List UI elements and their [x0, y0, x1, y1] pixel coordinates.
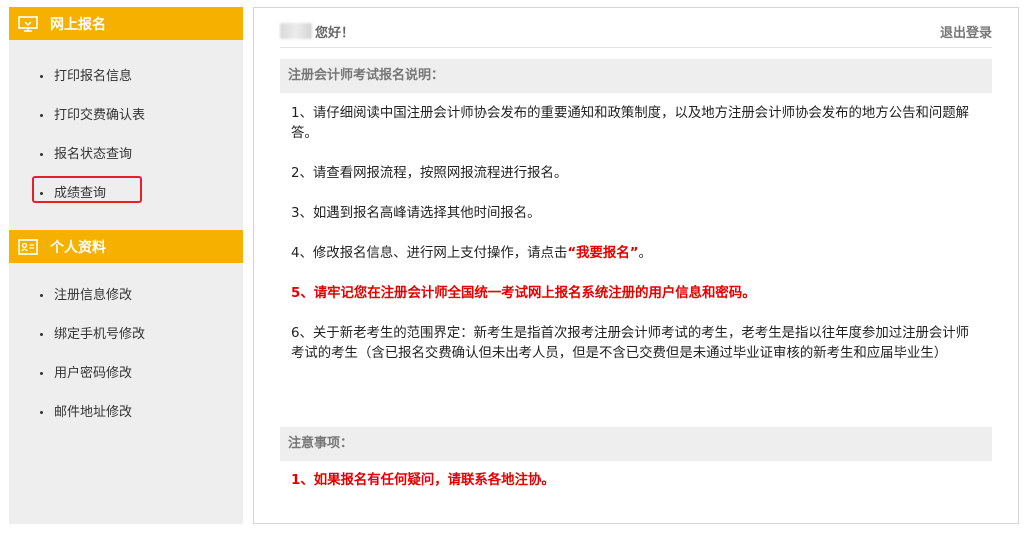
instruction-item: 2、请查看网报流程，按照网报流程进行报名。: [291, 166, 568, 181]
logout-link[interactable]: 退出登录: [940, 22, 992, 41]
menu-item-label: 注册信息修改: [54, 288, 133, 303]
menu-item-label: 报名状态查询: [54, 147, 133, 162]
greeting: 您好！: [280, 22, 354, 41]
section-title-online-registration: 网上报名: [50, 16, 106, 33]
menu-item-edit-registration-info[interactable]: 注册信息修改: [9, 276, 243, 315]
instruction-item: 4、修改报名信息、进行网上支付操作，请点击“我要报名”。: [291, 244, 974, 264]
bullet-icon: [40, 372, 43, 375]
note-item: 1、如果报名有任何疑问，请联系各地注协。: [291, 473, 555, 488]
bullet-icon: [40, 333, 43, 336]
menu-item-label: 邮件地址修改: [54, 405, 133, 420]
instruction-item-warning: 5、请牢记您在注册会计师全国统一考试网上报名系统注册的用户信息和密码。: [291, 286, 756, 301]
bullet-icon: [40, 153, 43, 156]
section-header-online-registration[interactable]: 网上报名: [9, 7, 243, 40]
bullet-icon: [40, 192, 43, 195]
menu-item-registration-status[interactable]: 报名状态查询: [9, 135, 243, 174]
section-title-personal-info: 个人资料: [50, 239, 106, 256]
greeting-text: 您好！: [315, 25, 355, 41]
online-registration-menu: 打印报名信息 打印交费确认表 报名状态查询 成绩查询: [9, 40, 243, 230]
menu-item-edit-email[interactable]: 邮件地址修改: [9, 393, 243, 432]
instruction-item: 6、关于新老考生的范围界定：新考生是指首次报考注册会计师考试的考生，老考生是指以…: [291, 326, 970, 361]
instruction-item: 1、请仔细阅读中国注册会计师协会发布的重要通知和政策制度，以及地方注册会计师协会…: [291, 106, 970, 141]
bullet-icon: [40, 294, 43, 297]
monitor-icon: [18, 15, 38, 32]
notes-list: 1、如果报名有任何疑问，请联系各地注协。: [291, 471, 974, 491]
menu-item-edit-phone[interactable]: 绑定手机号修改: [9, 315, 243, 354]
menu-item-print-payment-confirmation[interactable]: 打印交费确认表: [9, 96, 243, 135]
instructions-title: 注册会计师考试报名说明：: [280, 59, 992, 93]
instruction-text: 。: [638, 246, 652, 261]
instructions-list: 1、请仔细阅读中国注册会计师协会发布的重要通知和政策制度，以及地方注册会计师协会…: [291, 104, 974, 364]
menu-item-score-query[interactable]: 成绩查询: [9, 174, 243, 213]
highlight-box: [32, 176, 142, 203]
main-panel: 您好！ 退出登录 注册会计师考试报名说明： 1、请仔细阅读中国注册会计师协会发布…: [253, 7, 1019, 524]
instruction-text: 4、修改报名信息、进行网上支付操作，请点击: [291, 246, 568, 261]
bullet-icon: [40, 75, 43, 78]
bullet-icon: [40, 411, 43, 414]
sidebar: 网上报名 打印报名信息 打印交费确认表 报名状态查询 成绩查询 个人资料 注册信…: [9, 7, 243, 524]
instruction-item: 3、如遇到报名高峰请选择其他时间报名。: [291, 206, 541, 221]
bullet-icon: [40, 114, 43, 117]
section-header-personal-info[interactable]: 个人资料: [9, 230, 243, 263]
username-redacted: [280, 23, 312, 39]
menu-item-label: 绑定手机号修改: [54, 327, 146, 342]
menu-item-print-registration[interactable]: 打印报名信息: [9, 57, 243, 96]
personal-info-menu: 注册信息修改 绑定手机号修改 用户密码修改 邮件地址修改: [9, 263, 243, 432]
menu-item-label: 用户密码修改: [54, 366, 133, 381]
apply-link[interactable]: “我要报名”: [567, 246, 638, 261]
menu-item-label: 打印报名信息: [54, 69, 133, 84]
menu-item-edit-password[interactable]: 用户密码修改: [9, 354, 243, 393]
greeting-bar: 您好！ 退出登录: [280, 15, 992, 48]
menu-item-label: 打印交费确认表: [54, 108, 146, 123]
id-card-icon: [18, 238, 38, 255]
notes-title: 注意事项：: [280, 427, 992, 461]
